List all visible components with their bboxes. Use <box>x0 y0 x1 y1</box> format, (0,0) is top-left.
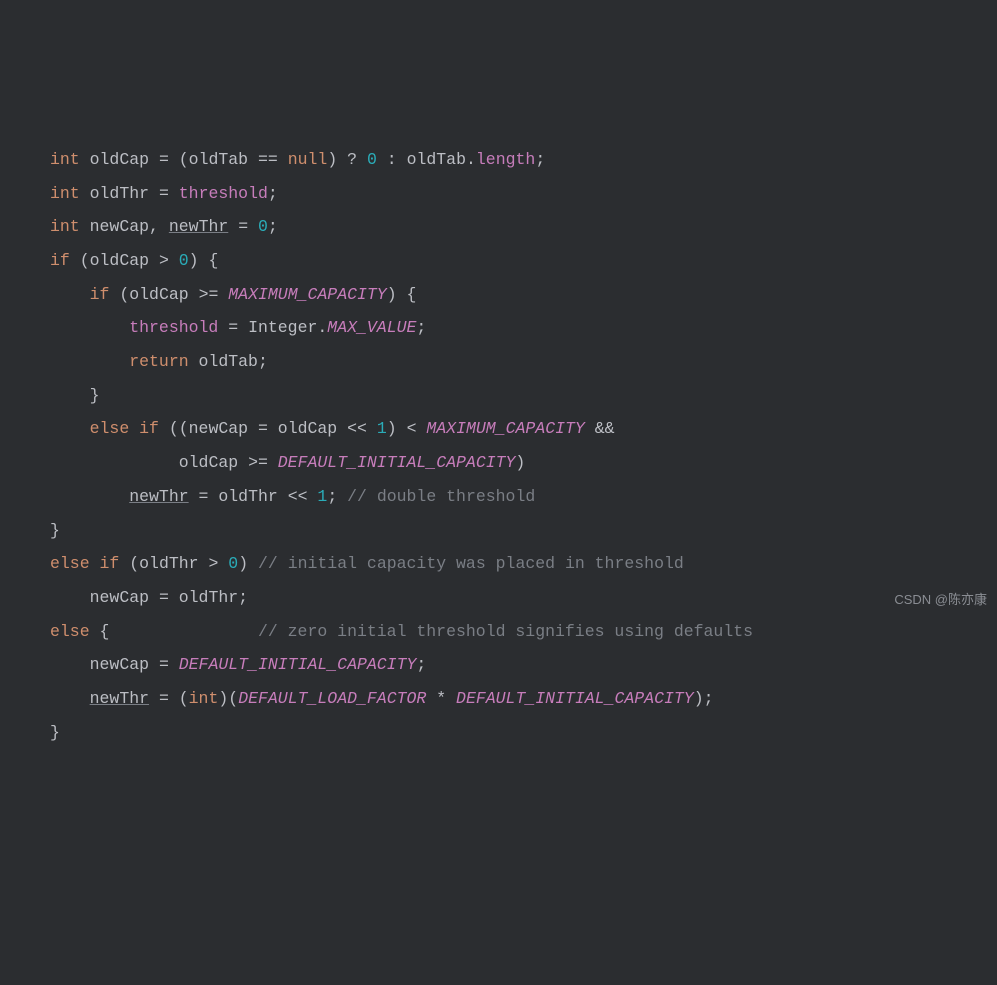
code-line: return oldTab; <box>50 345 997 379</box>
comment: // double threshold <box>347 487 535 506</box>
number-literal: 0 <box>258 217 268 236</box>
constant-default-initial-capacity: DEFAULT_INITIAL_CAPACITY <box>179 655 417 674</box>
number-literal: 1 <box>317 487 327 506</box>
code-line: int oldThr = threshold; <box>50 177 997 211</box>
number-literal: 0 <box>367 150 377 169</box>
code-line: else if (oldThr > 0) // initial capacity… <box>50 547 997 581</box>
code-line: int newCap, newThr = 0; <box>50 210 997 244</box>
keyword-int: int <box>189 689 219 708</box>
variable-newthr: newThr <box>129 487 188 506</box>
keyword-null: null <box>288 150 328 169</box>
keyword-int: int <box>50 217 80 236</box>
code-line: else if ((newCap = oldCap << 1) < MAXIMU… <box>50 412 997 446</box>
keyword-else: else <box>50 554 90 573</box>
field-threshold: threshold <box>129 318 218 337</box>
keyword-int: int <box>50 150 80 169</box>
code-line: newCap = oldThr; <box>50 581 997 615</box>
keyword-if: if <box>90 285 110 304</box>
keyword-else: else <box>50 622 90 641</box>
keyword-if: if <box>50 251 70 270</box>
variable-newthr: newThr <box>169 217 228 236</box>
code-line: newCap = DEFAULT_INITIAL_CAPACITY; <box>50 648 997 682</box>
constant-maximum-capacity: MAXIMUM_CAPACITY <box>426 419 584 438</box>
code-editor-viewport[interactable]: int oldCap = (oldTab == null) ? 0 : oldT… <box>50 143 997 750</box>
keyword-if: if <box>139 419 159 438</box>
code-line: if (oldCap >= MAXIMUM_CAPACITY) { <box>50 278 997 312</box>
code-line: if (oldCap > 0) { <box>50 244 997 278</box>
constant-default-initial-capacity: DEFAULT_INITIAL_CAPACITY <box>456 689 694 708</box>
constant-default-initial-capacity: DEFAULT_INITIAL_CAPACITY <box>278 453 516 472</box>
keyword-else: else <box>90 419 130 438</box>
keyword-if: if <box>100 554 120 573</box>
keyword-return: return <box>129 352 188 371</box>
number-literal: 0 <box>228 554 238 573</box>
code-line: int oldCap = (oldTab == null) ? 0 : oldT… <box>50 143 997 177</box>
field-length: length <box>476 150 535 169</box>
code-line: threshold = Integer.MAX_VALUE; <box>50 311 997 345</box>
code-line: oldCap >= DEFAULT_INITIAL_CAPACITY) <box>50 446 997 480</box>
comment: // initial capacity was placed in thresh… <box>258 554 684 573</box>
constant-max-value: MAX_VALUE <box>327 318 416 337</box>
code-line: newThr = (int)(DEFAULT_LOAD_FACTOR * DEF… <box>50 682 997 716</box>
keyword-int: int <box>50 184 80 203</box>
watermark: CSDN @陈亦康 <box>894 592 987 608</box>
number-literal: 1 <box>377 419 387 438</box>
code-line: else { // zero initial threshold signifi… <box>50 615 997 649</box>
code-line: } <box>50 379 997 413</box>
code-line: } <box>50 514 997 548</box>
constant-maximum-capacity: MAXIMUM_CAPACITY <box>228 285 386 304</box>
code-line: newThr = oldThr << 1; // double threshol… <box>50 480 997 514</box>
constant-default-load-factor: DEFAULT_LOAD_FACTOR <box>238 689 426 708</box>
code-line: } <box>50 716 997 750</box>
field-threshold: threshold <box>179 184 268 203</box>
variable-newthr: newThr <box>90 689 149 708</box>
number-literal: 0 <box>179 251 189 270</box>
comment: // zero initial threshold signifies usin… <box>258 622 753 641</box>
